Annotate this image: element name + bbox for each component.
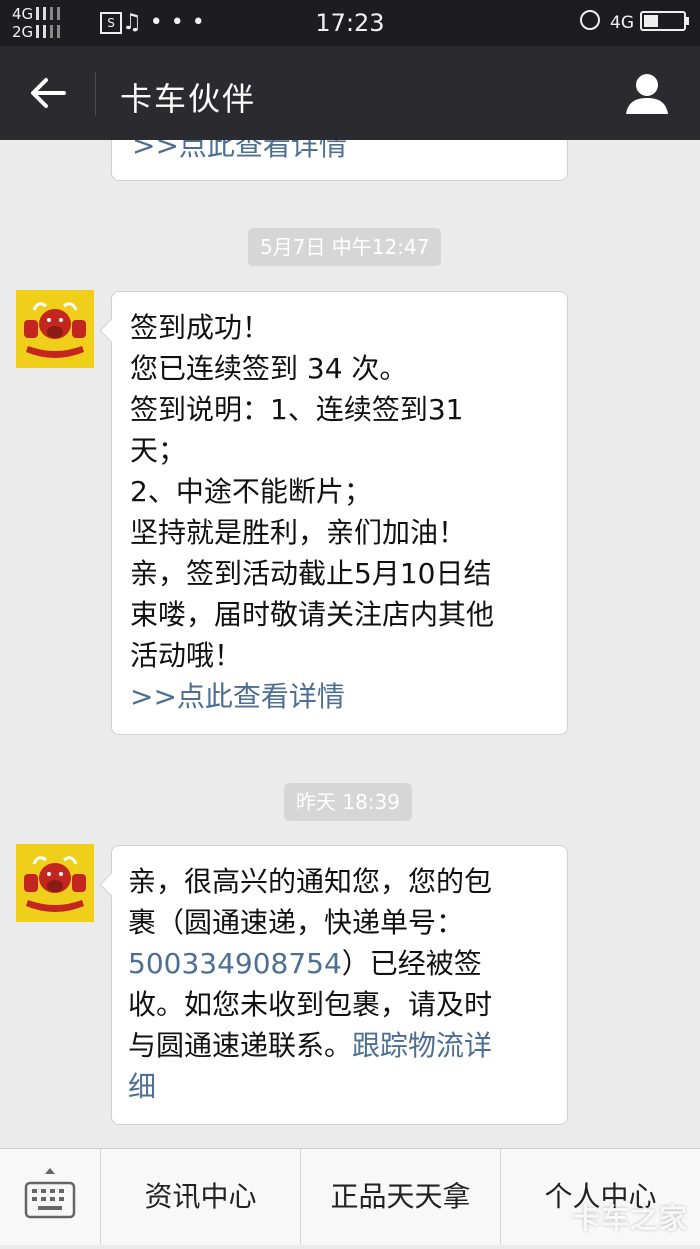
message-bubble[interactable]: >>点此查看详情 [111,140,568,181]
title-divider [95,72,96,116]
tracking-number-link[interactable]: 500334908754 [128,947,342,980]
person-icon [626,74,668,114]
keyboard-toggle-button[interactable] [0,1149,101,1245]
chat-area[interactable]: >>点此查看详情 5月7日 中午12:47 签到成功！ 您已连续签到 34 次。… [0,140,700,1148]
title-bar: 卡车伙伴 [0,46,700,140]
status-right: 4G [580,10,689,33]
message-line: 500334908754）已经被签 [128,943,551,984]
message-line: 束喽，届时敬请关注店内其他 [130,598,495,631]
details-link[interactable]: >>点此查看详情 [130,676,549,717]
details-link[interactable]: >>点此查看详情 [132,140,347,166]
bull-logo-icon [16,290,94,368]
message-bubble[interactable]: 亲，很高兴的通知您，您的包 裹（圆通速递，快递单号： 500334908754）… [111,845,568,1125]
track-logistics-link[interactable]: 跟踪物流详 [352,1029,492,1062]
back-button[interactable] [22,68,72,118]
message-line: 签到成功！ [130,311,271,344]
avatar[interactable] [16,290,94,368]
message-line: 裹（圆通速递，快递单号： [128,906,465,939]
message-line: 签到说明：1、连续签到31 [130,393,464,426]
back-arrow-icon [31,78,66,108]
status-bar: 4G 2G S ♫••• 17:23 4G [0,0,700,46]
page-title: 卡车伙伴 [120,80,257,118]
avatar[interactable] [16,844,94,922]
track-logistics-link[interactable]: 细 [128,1066,551,1107]
message-timestamp: 5月7日 中午12:47 [248,228,442,266]
menu-news-center[interactable]: 资讯中心 [101,1149,301,1245]
battery-icon [640,11,689,31]
menu-daily-products[interactable]: 正品天天拿 [301,1149,501,1245]
message-text: ）已经被签 [341,947,482,980]
message-line: 您已连续签到 34 次。 [130,352,408,385]
network-type-right: 4G [610,13,634,33]
keyboard-icon [24,1168,76,1219]
message-line: 与圆通速递联系。跟踪物流详 [128,1025,551,1066]
message-line: 坚持就是胜利，亲们加油！ [130,516,467,549]
profile-button[interactable] [622,68,672,118]
watermark: 卡车之家 [571,1202,688,1235]
bull-logo-icon [16,844,94,922]
alarm-icon [580,10,600,30]
message-line: 收。如您未收到包裹，请及时 [128,988,493,1021]
message-line: 天； [130,434,187,467]
message-timestamp: 昨天 18:39 [284,783,412,821]
message-line: 亲，签到活动截止5月10日结 [130,557,492,590]
bottom-menu: 资讯中心 正品天天拿 个人中心 卡车之家 [0,1148,700,1245]
message-line: 活动哦！ [130,639,243,672]
message-text: 与圆通速递联系。 [128,1029,353,1062]
message-line: 2、中途不能断片； [130,475,372,508]
message-bubble[interactable]: 签到成功！ 您已连续签到 34 次。 签到说明：1、连续签到31 天； 2、中途… [111,291,568,735]
message-line: 亲，很高兴的通知您，您的包 [128,865,493,898]
